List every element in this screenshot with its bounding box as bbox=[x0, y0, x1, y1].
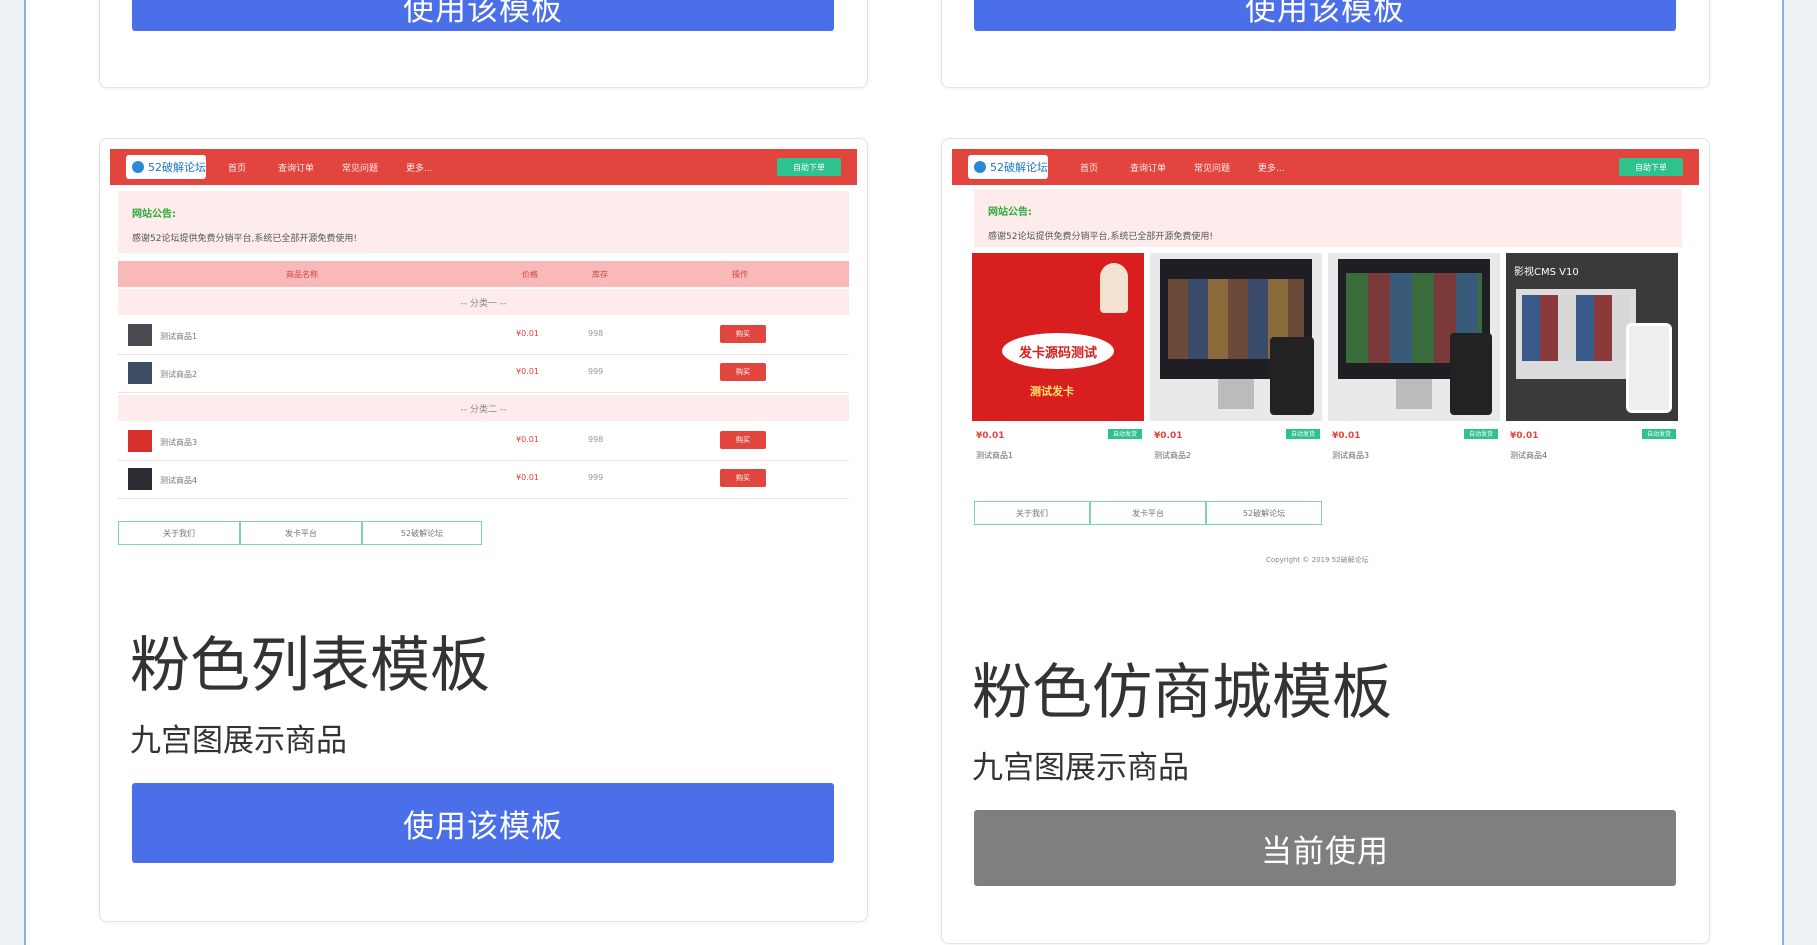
table-row: 测试商品3 ¥0.01 998 购买 bbox=[118, 423, 849, 461]
preview-footer-links: 关于我们 发卡平台 52破解论坛 bbox=[974, 501, 1324, 525]
template-subtitle: 九宫图展示商品 bbox=[130, 723, 347, 759]
preview-product-table: 商品名称 价格 库存 操作 -- 分类一 -- 测试商品1 ¥0.01 998 … bbox=[118, 261, 849, 503]
use-template-button[interactable]: 使用该模板 bbox=[132, 0, 834, 31]
preview-navbar: 52破解论坛 首页 查询订单 常见问题 更多... 自助下单 bbox=[110, 149, 857, 185]
preview-nav-item: 查询订单 bbox=[278, 164, 315, 174]
preview-notice: 网站公告: 感谢52论坛提供免费分销平台,系统已全部开源免费使用! bbox=[974, 189, 1682, 247]
template-title: 粉色列表模板 bbox=[130, 631, 490, 701]
current-template-button[interactable]: 当前使用 bbox=[974, 810, 1676, 886]
preview-group-row: -- 分类一 -- bbox=[118, 289, 849, 315]
template-preview-image: 52破解论坛 首页 查询订单 常见问题 更多... 自助下单 网站公告: 感谢5… bbox=[110, 149, 857, 549]
preview-notice-title: 网站公告: bbox=[988, 207, 1032, 218]
preview-nav-item: 常见问题 bbox=[1194, 164, 1231, 174]
preview-product-card: 影视CMS V10 ¥0.01 自动发货 测试商品4 bbox=[1506, 253, 1678, 463]
table-row: 测试商品4 ¥0.01 999 购买 bbox=[118, 461, 849, 499]
preview-nav-item: 更多... bbox=[1258, 164, 1285, 174]
preview-nav-item: 查询订单 bbox=[1130, 164, 1167, 174]
preview-notice-text: 感谢52论坛提供免费分销平台,系统已全部开源免费使用! bbox=[988, 232, 1213, 242]
preview-notice: 网站公告: 感谢52论坛提供免费分销平台,系统已全部开源免费使用! bbox=[118, 191, 849, 253]
use-template-button[interactable]: 使用该模板 bbox=[974, 0, 1676, 31]
table-row: 测试商品2 ¥0.01 999 购买 bbox=[118, 355, 849, 393]
template-card-pink-list: 52破解论坛 首页 查询订单 常见问题 更多... 自助下单 网站公告: 感谢5… bbox=[99, 138, 868, 922]
button-label: 使用该模板 bbox=[1245, 0, 1405, 28]
preview-table-header: 商品名称 价格 库存 操作 bbox=[118, 261, 849, 287]
preview-notice-title: 网站公告: bbox=[132, 209, 176, 220]
preview-logo: 52破解论坛 bbox=[126, 155, 206, 179]
preview-copyright: Copyright © 2019 52破解论坛 bbox=[1266, 556, 1369, 564]
preview-product-card: ¥0.01 自动发货 测试商品2 bbox=[1150, 253, 1322, 463]
preview-nav-item: 常见问题 bbox=[342, 164, 379, 174]
template-card-pink-mall: 52破解论坛 首页 查询订单 常见问题 更多... 自助下单 网站公告: 感谢5… bbox=[941, 138, 1710, 944]
preview-nav-button: 自助下单 bbox=[1619, 158, 1683, 176]
template-title: 粉色仿商城模板 bbox=[972, 658, 1392, 728]
button-label: 使用该模板 bbox=[403, 0, 563, 28]
preview-notice-text: 感谢52论坛提供免费分销平台,系统已全部开源免费使用! bbox=[132, 234, 357, 244]
preview-footer-links: 关于我们 发卡平台 52破解论坛 bbox=[118, 521, 482, 545]
preview-nav-button: 自助下单 bbox=[777, 158, 841, 176]
use-template-button[interactable]: 使用该模板 bbox=[132, 783, 834, 863]
button-label: 使用该模板 bbox=[403, 808, 563, 845]
template-card-top-left: 使用该模板 bbox=[99, 0, 868, 88]
preview-product-card: ¥0.01 自动发货 测试商品3 bbox=[1328, 253, 1500, 463]
preview-group-row: -- 分类二 -- bbox=[118, 395, 849, 421]
template-card-top-right: 使用该模板 bbox=[941, 0, 1710, 88]
preview-product-card: 发卡源码测试 测试发卡 ¥0.01 自动发货 测试商品1 bbox=[972, 253, 1144, 463]
preview-nav-item: 首页 bbox=[1080, 164, 1099, 174]
template-preview-image: 52破解论坛 首页 查询订单 常见问题 更多... 自助下单 网站公告: 感谢5… bbox=[952, 149, 1699, 579]
button-label: 当前使用 bbox=[1261, 833, 1389, 870]
template-subtitle: 九宫图展示商品 bbox=[972, 750, 1189, 786]
preview-nav-item: 更多... bbox=[406, 164, 433, 174]
preview-logo: 52破解论坛 bbox=[968, 155, 1048, 179]
preview-nav-item: 首页 bbox=[228, 164, 247, 174]
table-row: 测试商品1 ¥0.01 998 购买 bbox=[118, 317, 849, 355]
preview-navbar: 52破解论坛 首页 查询订单 常见问题 更多... 自助下单 bbox=[952, 149, 1699, 185]
